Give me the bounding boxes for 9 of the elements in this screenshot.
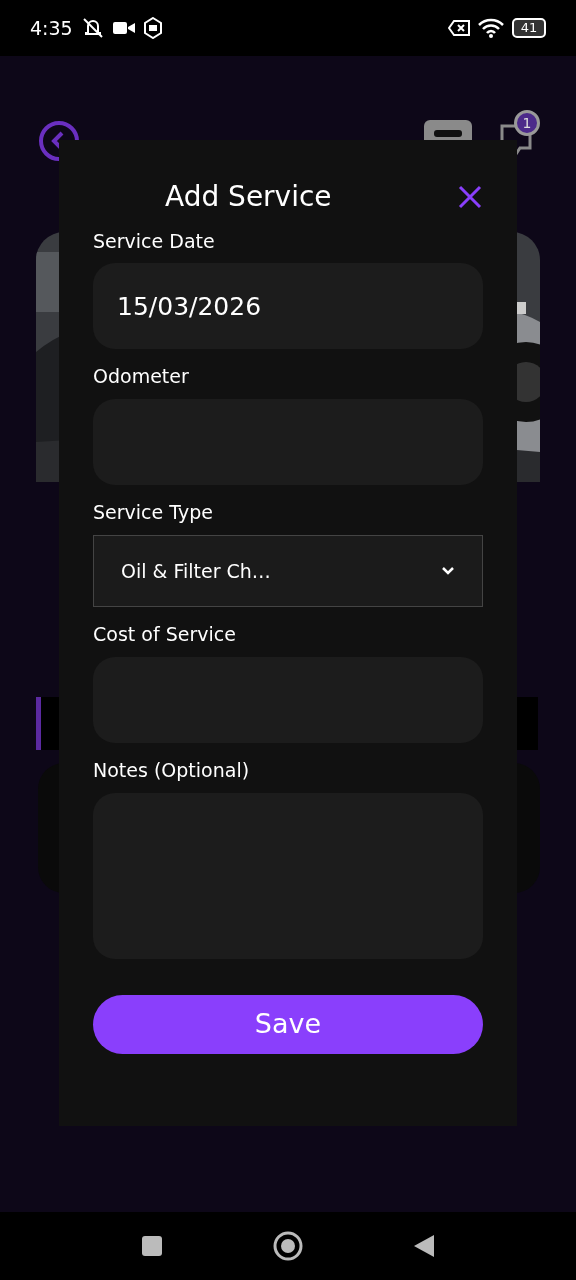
field-label: Service Date — [93, 229, 215, 253]
field-label: Odometer — [93, 365, 189, 389]
field-label: Cost of Service — [93, 623, 236, 646]
battery-indicator: 41 — [512, 18, 546, 38]
field-label: Notes (Optional) — [93, 758, 250, 782]
notification-count: 1 — [514, 110, 540, 136]
dialog-title: Add Service — [165, 180, 332, 214]
field-label: Service Type — [93, 501, 213, 524]
clock-time: 4:35 — [30, 15, 73, 41]
